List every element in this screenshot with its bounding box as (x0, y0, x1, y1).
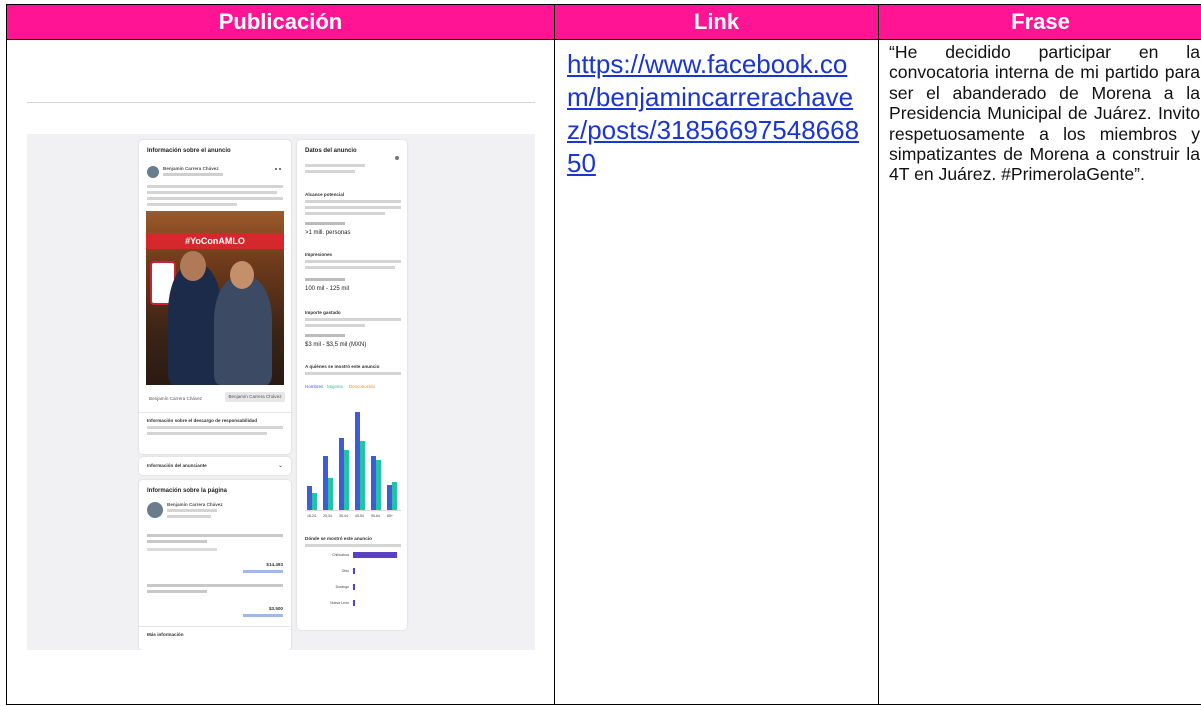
bar-mujeres-65+ (392, 482, 397, 510)
divider (27, 102, 535, 103)
header-link: Link (554, 4, 879, 40)
impressions-label: Impresiones (305, 252, 333, 257)
legend-desconocido: Desconocido (349, 384, 376, 389)
ad-data-title: Datos del anuncio (305, 148, 357, 154)
content-row: Información sobre el anuncio Benjamín Ca… (6, 39, 1201, 705)
page-info-title: Información sobre la página (147, 488, 228, 494)
chevron-down-icon[interactable]: ⌄ (278, 462, 283, 469)
advertiser-title: Información del anunciante (147, 463, 207, 468)
photo-button[interactable]: Benjamín Carrera Chávez (225, 392, 285, 402)
spend-recent: $3.500 (268, 606, 283, 611)
more-info: Más información (147, 632, 184, 637)
disclaimer-title: Información sobre el descargo de respons… (147, 418, 258, 423)
region-label: Nuevo León (330, 601, 349, 605)
ad-info-title: Información sobre el anuncio (147, 148, 231, 154)
region-bar (353, 568, 355, 574)
header-frase: Frase (878, 4, 1201, 40)
bar-mujeres-35-44 (344, 450, 349, 510)
spend-value: $3 mil - $3,5 mil (MXN) (305, 342, 367, 348)
impressions-value: 100 mil - 125 mil (305, 286, 350, 292)
age-label-55-64: 55-64 (371, 514, 380, 518)
age-label-35-44: 35-44 (339, 514, 348, 518)
region-label: Durango (335, 585, 349, 589)
photo-banner: #YoConAMLO (146, 233, 284, 249)
spend-label: Importe gastado (305, 310, 341, 315)
region-label: Chihuahua (332, 553, 349, 557)
page-avatar (147, 502, 163, 518)
header-row: Publicación Link Frase (6, 4, 1201, 40)
where-label: Dónde se mostró este anuncio (305, 536, 372, 541)
ad-author: Benjamín Carrera Chávez (163, 166, 219, 171)
audience-label: A quiénes se mostró este anuncio (305, 364, 380, 369)
age-label-65+: 65+ (387, 514, 393, 518)
page-info-panel: Información sobre la página Benjamín Car… (139, 480, 291, 650)
region-bar (353, 552, 397, 558)
more-icon[interactable] (275, 168, 281, 172)
bar-mujeres-18-24 (312, 493, 317, 510)
legend-hombres: Hombres (305, 384, 324, 389)
bar-mujeres-45-54 (360, 441, 365, 510)
region-bar (353, 600, 355, 606)
avatar (147, 166, 159, 178)
bar-mujeres-25-34 (328, 478, 333, 510)
advertiser-panel[interactable]: Información del anunciante ⌄ (139, 457, 291, 475)
region-chart: Chihuahua Ohio Durango Nuevo León (305, 552, 405, 624)
bar-mujeres-55-64 (376, 460, 381, 510)
publication-cell: Información sobre el anuncio Benjamín Ca… (6, 39, 555, 705)
facebook-post-link[interactable]: https://www.facebook.com/benjamincarrera… (567, 48, 870, 180)
info-icon[interactable] (395, 156, 399, 160)
page-name: Benjamín Carrera Chávez (167, 502, 223, 507)
ad-data-panel: Datos del anuncio Alcance potencial >1 m… (297, 140, 407, 630)
header-publicacion: Publicación (6, 4, 555, 40)
spend-total: $14.493 (266, 562, 283, 567)
potential-reach-label: Alcance potencial (305, 192, 345, 197)
document-table: Publicación Link Frase Información sobre… (6, 4, 1201, 705)
quote-text: “He decidido participar en la convocator… (889, 42, 1200, 185)
ad-info-panel: Información sobre el anuncio Benjamín Ca… (139, 140, 291, 454)
age-labels: 18-24 25-34 35-44 45-54 55-64 65+ (305, 514, 401, 520)
facebook-ad-screenshot: Información sobre el anuncio Benjamín Ca… (27, 134, 535, 650)
reach-value: >1 mill. personas (305, 230, 351, 236)
legend-mujeres: Mujeres (327, 384, 344, 389)
link-cell: https://www.facebook.com/benjamincarrera… (554, 39, 879, 705)
region-label: Ohio (341, 569, 349, 573)
frase-cell: “He decidido participar en la convocator… (878, 39, 1201, 705)
age-label-25-34: 25-34 (323, 514, 332, 518)
photo-caption: Benjamín Carrera Chávez (149, 396, 203, 401)
age-gender-chart (305, 402, 401, 511)
ad-photo: #YoConAMLO (146, 211, 284, 385)
region-bar (353, 584, 355, 590)
age-label-45-54: 45-54 (355, 514, 364, 518)
age-label-18-24: 18-24 (307, 514, 316, 518)
